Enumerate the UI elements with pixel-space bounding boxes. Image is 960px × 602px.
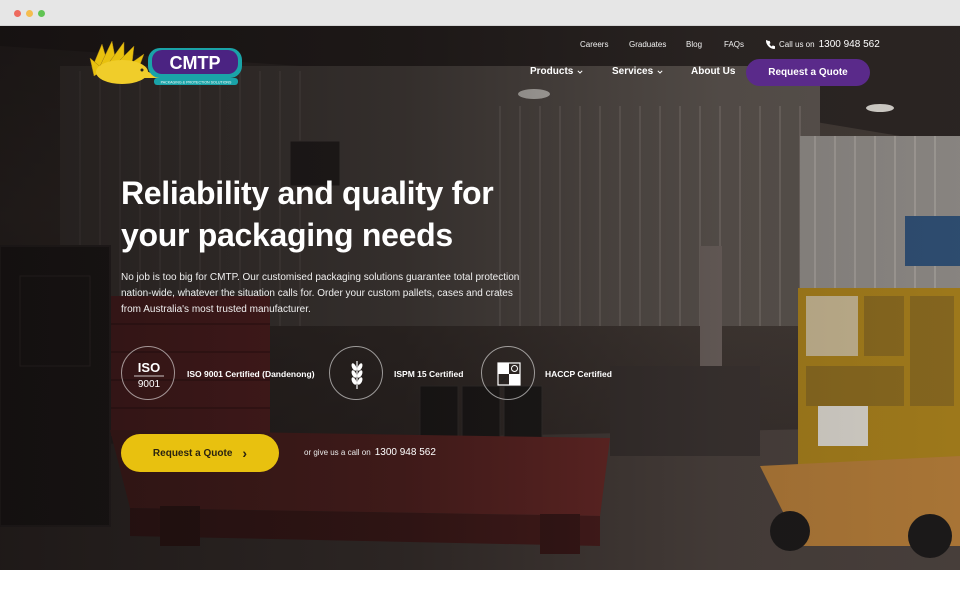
nav-products[interactable]: Products xyxy=(530,66,583,77)
iso-icon-text-bottom: 9001 xyxy=(138,379,161,390)
wheat-icon xyxy=(329,346,383,400)
nav-about-us-label: About Us xyxy=(691,66,736,77)
chevron-down-icon xyxy=(657,69,663,74)
nav-services-label: Services xyxy=(612,66,654,77)
iso-9001-icon: ISO 9001 xyxy=(121,346,175,400)
maximize-window-icon[interactable] xyxy=(38,10,45,17)
hero-call-text: or give us a call on xyxy=(304,448,371,457)
hero-headline: Reliability and quality for your packagi… xyxy=(121,172,541,256)
nav-careers-link[interactable]: Careers xyxy=(580,40,608,49)
nav-faqs-link[interactable]: FAQs xyxy=(724,40,744,49)
minimize-window-icon[interactable] xyxy=(26,10,33,17)
hero-request-quote-label: Request a Quote xyxy=(152,447,233,459)
header-phone-number: 1300 948 562 xyxy=(818,39,880,50)
logo-tagline: PACKAGING & PROTECTION SOLUTIONS xyxy=(161,81,232,85)
hero-headline-line-2: your packaging needs xyxy=(121,217,453,253)
phone-icon xyxy=(766,40,775,49)
chevron-down-icon xyxy=(577,69,583,74)
hero-request-quote-button[interactable]: Request a Quote › xyxy=(121,434,279,472)
ispm-certification-label: ISPM 15 Certified xyxy=(394,369,464,379)
hero-call-line: or give us a call on 1300 948 562 xyxy=(304,447,436,458)
nav-products-label: Products xyxy=(530,66,574,77)
header-phone[interactable]: Call us on 1300 948 562 xyxy=(766,39,880,50)
haccp-icon xyxy=(481,346,535,400)
hero-phone-link[interactable]: 1300 948 562 xyxy=(375,447,436,458)
hero-intro-text: No job is too big for CMTP. Our customis… xyxy=(121,272,520,315)
close-window-icon[interactable] xyxy=(14,10,21,17)
nav-about-us[interactable]: About Us xyxy=(691,66,735,77)
nav-services[interactable]: Services xyxy=(612,66,663,77)
logo-wordmark: CMTP xyxy=(170,53,221,73)
page-below-hero xyxy=(0,570,960,602)
iso-certification-label: ISO 9001 Certified (Dandenong) xyxy=(187,369,315,379)
nav-blog-link[interactable]: Blog xyxy=(686,40,702,49)
hero-headline-line-1: Reliability and quality for xyxy=(121,175,494,211)
iso-icon-text-top: ISO xyxy=(138,360,160,375)
header-request-quote-button[interactable]: Request a Quote xyxy=(746,59,870,86)
certifications-row: ISO 9001 ISO 9001 Certified (Dandenong) … xyxy=(121,346,641,402)
cmtp-logo[interactable]: CMTP PACKAGING & PROTECTION SOLUTIONS xyxy=(88,38,244,88)
haccp-certification-label: HACCP Certified xyxy=(545,369,612,379)
nav-graduates-link[interactable]: Graduates xyxy=(629,40,666,49)
header-call-prefix: Call us on xyxy=(779,40,815,49)
chevron-right-icon: › xyxy=(242,445,248,461)
browser-window-bar xyxy=(0,0,960,26)
